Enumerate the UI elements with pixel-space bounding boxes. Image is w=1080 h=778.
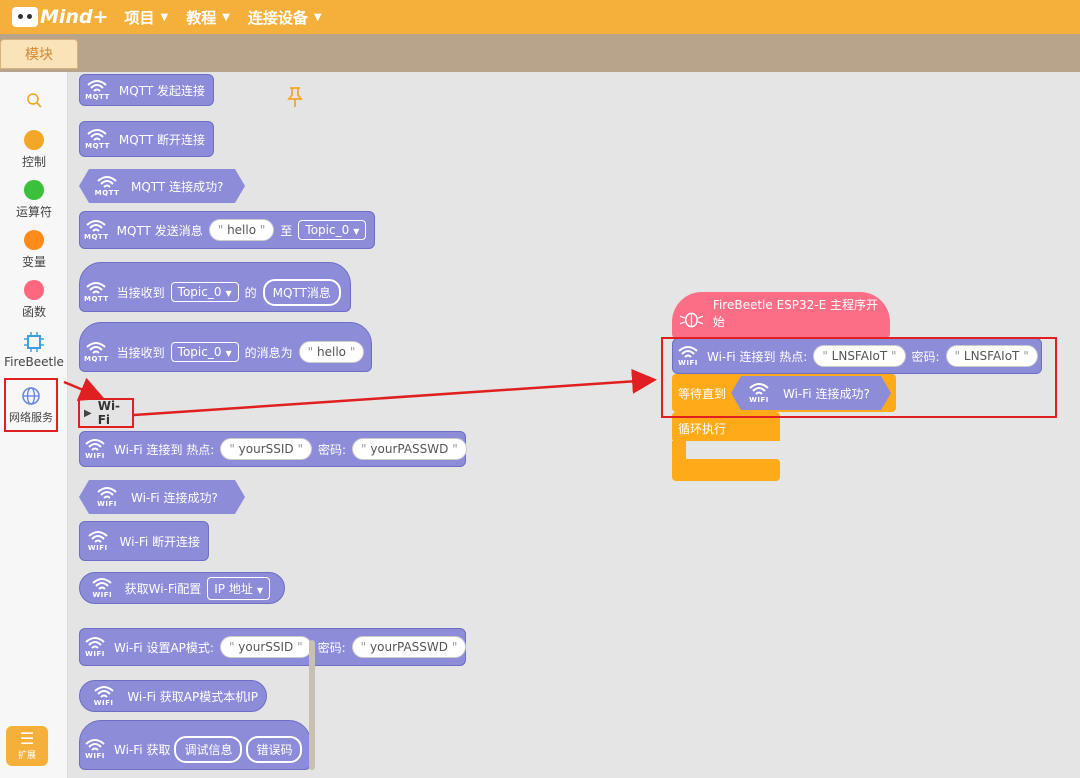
arrow-to-program <box>133 368 657 417</box>
arrow-to-wifi-section <box>63 377 105 401</box>
annotation-arrows <box>63 368 657 417</box>
